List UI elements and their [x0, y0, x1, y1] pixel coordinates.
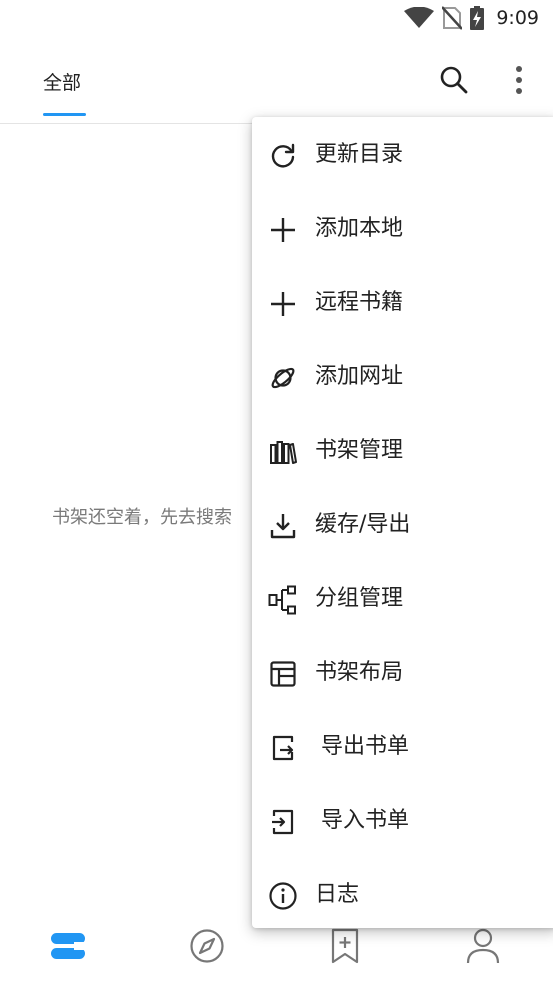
menu-item-add-url[interactable]: 添加网址	[252, 341, 553, 411]
menu-item-import-booklist[interactable]: 导入书单	[252, 785, 553, 855]
info-icon	[269, 882, 297, 910]
menu-item-group-manage[interactable]: 分组管理	[252, 563, 553, 633]
nav-rss[interactable]	[325, 926, 365, 966]
menu-item-label: 书架管理	[315, 438, 404, 463]
menu-item-remote-books[interactable]: 远程书籍	[252, 267, 553, 337]
no-sim-icon	[442, 6, 463, 30]
menu-item-add-local[interactable]: 添加本地	[252, 193, 553, 263]
books-icon	[270, 441, 297, 464]
layout-icon	[270, 661, 296, 687]
search-icon	[440, 66, 468, 94]
menu-item-label: 远程书籍	[315, 290, 404, 315]
nav-my[interactable]	[463, 926, 503, 966]
search-button[interactable]	[438, 64, 470, 96]
empty-shelf-text: 书架还空着，先去搜索	[52, 507, 232, 528]
status-time: 9:09	[496, 7, 539, 29]
menu-item-label: 日志	[315, 882, 360, 907]
menu-item-log[interactable]: 日志	[252, 859, 553, 929]
menu-item-label: 导出书单	[321, 734, 410, 759]
overflow-menu: 更新目录 添加本地 远程书籍 添加网址 书架管理 缓存/导出 分组管理 书架布局…	[252, 117, 553, 928]
menu-item-label: 分组管理	[315, 586, 404, 611]
battery-charging-icon	[470, 6, 485, 30]
nav-bookshelf[interactable]	[48, 926, 88, 966]
tab-all[interactable]: 全部	[43, 68, 81, 95]
wifi-icon	[404, 7, 435, 28]
planet-icon	[271, 367, 295, 389]
compass-icon	[190, 929, 224, 963]
export-icon	[272, 735, 294, 761]
menu-item-label: 添加网址	[315, 364, 404, 389]
menu-item-update-toc[interactable]: 更新目录	[252, 119, 553, 189]
download-icon	[270, 514, 296, 539]
more-vert-icon	[516, 66, 522, 94]
menu-item-label: 添加本地	[315, 216, 404, 241]
group-icon	[268, 585, 296, 615]
menu-item-export-booklist[interactable]: 导出书单	[252, 711, 553, 781]
menu-item-cache-export[interactable]: 缓存/导出	[252, 489, 553, 559]
top-bar: 全部	[0, 36, 553, 124]
menu-item-bookshelf-layout[interactable]: 书架布局	[252, 637, 553, 707]
menu-item-label: 书架布局	[315, 660, 404, 685]
screen: 9:09 全部 书架还空着，先去搜索 更新目录 添加本地 远程书籍 添加网址 书…	[0, 0, 553, 983]
refresh-icon	[271, 143, 295, 168]
person-icon	[466, 928, 500, 964]
plus-icon	[271, 292, 295, 316]
menu-item-label: 导入书单	[321, 808, 410, 833]
tab-indicator	[43, 113, 86, 116]
import-icon	[272, 809, 294, 835]
menu-item-label: 缓存/导出	[315, 512, 411, 537]
bookshelf-icon	[51, 933, 85, 959]
menu-item-bookshelf-manage[interactable]: 书架管理	[252, 415, 553, 485]
status-bar: 9:09	[0, 0, 553, 36]
menu-item-label: 更新目录	[315, 142, 404, 167]
more-button[interactable]	[507, 64, 531, 96]
plus-icon	[271, 218, 295, 242]
bookmark-add-icon	[331, 928, 359, 964]
nav-discover[interactable]	[187, 926, 227, 966]
